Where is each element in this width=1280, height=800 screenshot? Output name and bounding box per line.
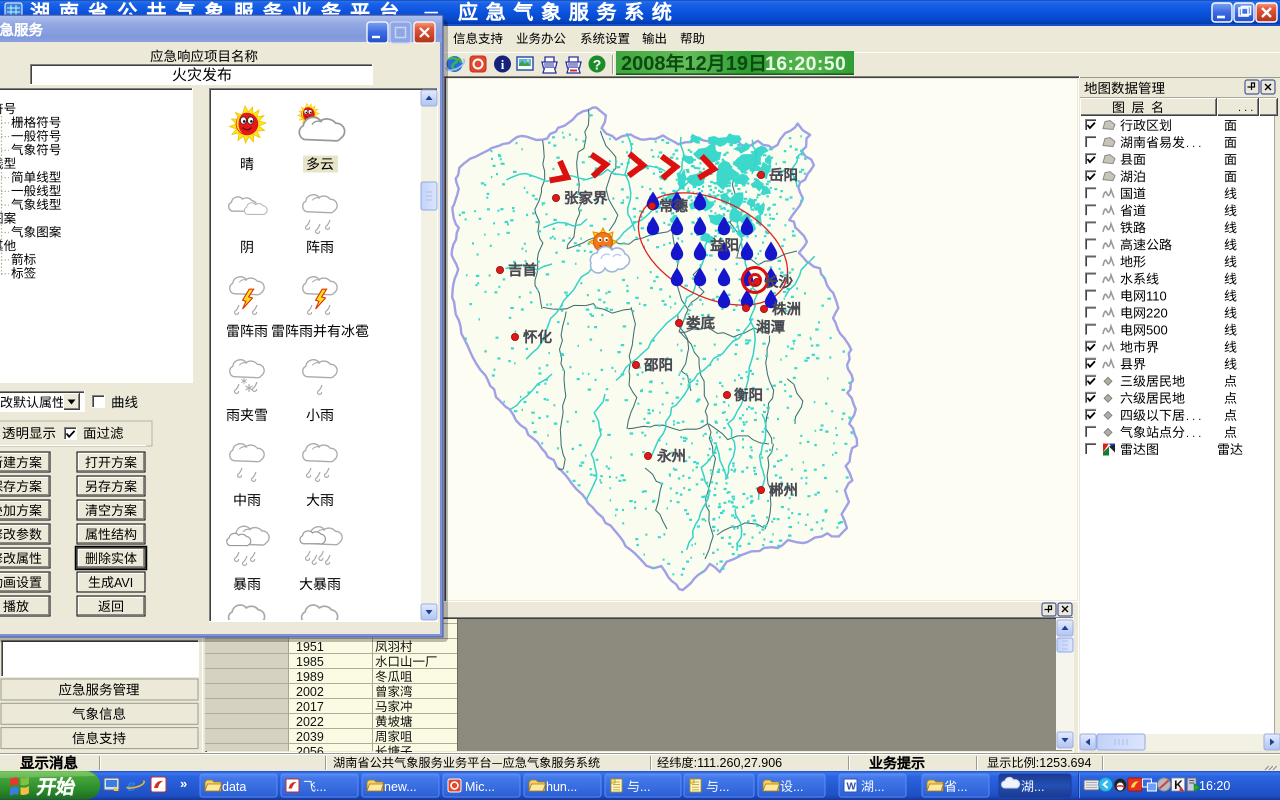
svg-text:...: ... (957, 780, 967, 794)
svg-text:. . .: . . . (1238, 102, 1253, 114)
svg-text:220: 220 (1146, 306, 1168, 321)
svg-text::111.260,27.906: :111.260,27.906 (694, 756, 783, 770)
svg-text:...: ... (793, 780, 803, 794)
svg-text:AVI: AVI (114, 576, 133, 590)
svg-text:1989: 1989 (296, 670, 324, 684)
svg-text:...: ... (719, 780, 729, 794)
svg-text:new...: new... (384, 780, 417, 794)
svg-text:e: e (127, 775, 136, 796)
svg-text:. . .: . . . (1186, 411, 1201, 423)
svg-text:i: i (501, 57, 505, 72)
svg-text:»: » (180, 776, 187, 791)
svg-text:...: ... (316, 780, 326, 794)
svg-text:data: data (222, 780, 246, 794)
svg-text:1951: 1951 (296, 640, 324, 654)
svg-text:hun...: hun... (546, 780, 577, 794)
svg-text:?: ? (593, 57, 602, 73)
svg-text:500: 500 (1146, 323, 1168, 338)
svg-text:2008: 2008 (621, 53, 666, 75)
svg-text:...: ... (874, 780, 884, 794)
svg-text:Mic...: Mic... (465, 780, 495, 794)
svg-text:2022: 2022 (296, 715, 324, 729)
svg-text:. . .: . . . (1186, 138, 1201, 150)
svg-text:2039: 2039 (296, 730, 324, 744)
svg-text:...: ... (1034, 780, 1044, 794)
svg-text:2002: 2002 (296, 685, 324, 699)
svg-text:W: W (847, 782, 857, 793)
svg-text:16:20: 16:20 (1199, 779, 1230, 793)
svg-text:16:20:50: 16:20:50 (765, 53, 846, 75)
svg-text:19: 19 (726, 53, 748, 75)
svg-text:2017: 2017 (296, 700, 324, 714)
svg-text:...: ... (640, 780, 650, 794)
svg-text:12: 12 (684, 53, 706, 75)
svg-text:1985: 1985 (296, 655, 324, 669)
svg-text::1253.694: :1253.694 (1036, 756, 1092, 770)
svg-text:. . .: . . . (1186, 428, 1201, 440)
svg-text:110: 110 (1146, 289, 1167, 304)
